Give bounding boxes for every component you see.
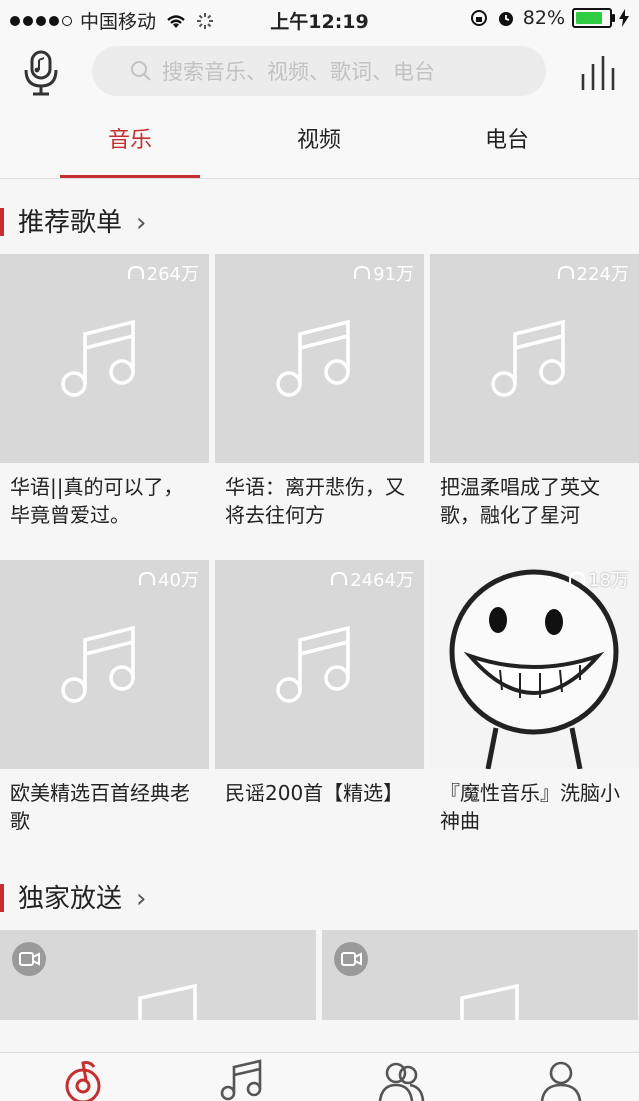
music-note-icon (276, 319, 350, 397)
battery-percent: 82% (522, 7, 565, 29)
play-count: 224万 (557, 260, 629, 286)
headphones-icon (569, 571, 586, 585)
playlist-card[interactable]: 224万 把温柔唱成了英文歌，融化了星河 (430, 254, 639, 560)
playlist-grid: 264万 华语||真的可以了，毕竟曾爱过。 91万 华语：离开悲伤，又将去往何方… (0, 254, 639, 866)
tab-video[interactable]: 视频 (264, 108, 374, 178)
my-music-icon[interactable] (216, 1059, 266, 1101)
video-camera-icon (12, 942, 46, 976)
music-note-icon (460, 983, 519, 1020)
playlist-title: 把温柔唱成了英文歌，融化了星河 (440, 475, 600, 527)
discover-music-icon[interactable] (58, 1059, 108, 1101)
play-count: 2464万 (330, 566, 414, 592)
rotation-lock-icon (470, 10, 487, 26)
music-note-icon (138, 983, 197, 1020)
music-note-icon (61, 319, 135, 397)
category-tabs: 音乐 视频 电台 (0, 108, 639, 179)
status-right: 82% (469, 7, 629, 29)
playlist-cover: 224万 (430, 254, 639, 463)
playlist-cover: 18万 (430, 560, 639, 769)
main-content: 推荐歌单 › 264万 华语||真的可以了，毕竟曾爱过。 91万 华语：离开悲伤… (0, 192, 639, 1020)
search-placeholder: 搜索音乐、视频、歌词、电台 (162, 60, 435, 84)
playlist-title: 华语：离开悲伤，又将去往何方 (225, 475, 405, 527)
playlist-cover: 2464万 (215, 560, 424, 769)
account-icon[interactable] (536, 1059, 586, 1101)
friends-icon[interactable] (376, 1059, 426, 1101)
chevron-right-icon: › (136, 208, 147, 238)
play-count: 264万 (127, 260, 199, 286)
play-count: 18万 (568, 566, 629, 592)
playlist-title: 民谣200首【精选】 (225, 781, 404, 805)
playlist-card[interactable]: 40万 欧美精选百首经典老歌 (0, 560, 209, 866)
top-header: 搜索音乐、视频、歌词、电台 (0, 38, 639, 108)
bottom-nav (0, 1052, 639, 1101)
section-title: 独家放送 (18, 884, 123, 914)
music-note-icon (276, 625, 350, 703)
microphone-icon[interactable] (20, 48, 62, 96)
play-count: 91万 (353, 260, 414, 286)
exclusive-grid (0, 930, 639, 1020)
tab-music[interactable]: 音乐 (60, 108, 200, 178)
headphones-icon (139, 571, 156, 585)
chevron-right-icon: › (136, 884, 147, 914)
headphones-icon (331, 571, 348, 585)
search-bar[interactable]: 搜索音乐、视频、歌词、电台 (92, 46, 546, 96)
playlist-title: 欧美精选百首经典老歌 (10, 781, 190, 833)
exclusive-header[interactable]: 独家放送 › (0, 868, 639, 930)
playlist-title: 华语||真的可以了，毕竟曾爱过。 (10, 475, 184, 527)
section-title: 推荐歌单 (18, 208, 123, 238)
headphones-icon (354, 265, 371, 279)
exclusive-card[interactable] (322, 930, 638, 1020)
search-icon (131, 61, 151, 81)
headphones-icon (127, 265, 144, 279)
playlist-card[interactable]: 2464万 民谣200首【精选】 (215, 560, 424, 866)
recommended-playlists-header[interactable]: 推荐歌单 › (0, 192, 639, 254)
battery-icon (572, 8, 615, 28)
playlist-cover: 40万 (0, 560, 209, 769)
alarm-icon (498, 12, 513, 26)
playlist-title: 『魔性音乐』洗脑小神曲 (440, 781, 620, 833)
equalizer-icon[interactable] (579, 52, 619, 92)
tab-radio[interactable]: 电台 (452, 108, 562, 178)
exclusive-card[interactable] (0, 930, 316, 1020)
video-camera-icon (334, 942, 368, 976)
status-bar: 中国移动 上午12:19 82% (0, 0, 639, 38)
playlist-cover: 264万 (0, 254, 209, 463)
playlist-card[interactable]: 264万 华语||真的可以了，毕竟曾爱过。 (0, 254, 209, 560)
playlist-card[interactable]: 91万 华语：离开悲伤，又将去往何方 (215, 254, 424, 560)
music-note-icon (61, 625, 135, 703)
charging-icon (619, 9, 629, 27)
headphones-icon (557, 265, 574, 279)
playlist-cover: 91万 (215, 254, 424, 463)
playlist-card[interactable]: 18万 『魔性音乐』洗脑小神曲 (430, 560, 639, 866)
music-note-icon (491, 319, 565, 397)
play-count: 40万 (138, 566, 199, 592)
